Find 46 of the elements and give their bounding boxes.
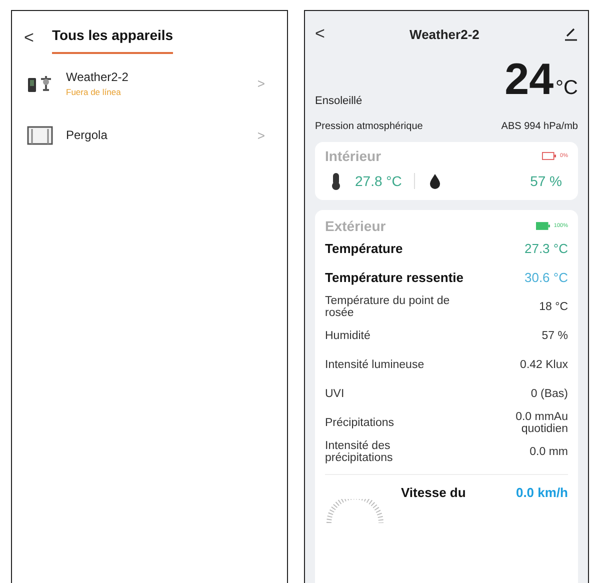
indoor-humidity: 57 %: [530, 173, 562, 189]
battery-icon: [542, 152, 556, 160]
reading-label: Température ressentie: [325, 270, 464, 285]
reading-value: 27.3 °C: [524, 241, 568, 256]
pressure-label: Pression atmosphérique: [315, 121, 423, 132]
thermometer-icon: [331, 172, 341, 190]
reading-label: Humidité: [325, 330, 370, 342]
reading-label: UVI: [325, 388, 344, 400]
chevron-icon: >: [257, 76, 265, 90]
device-item[interactable]: Weather2-2 Fuera de línea >: [12, 60, 287, 106]
reading-label: Intensité des précipitations: [325, 440, 394, 464]
edit-icon[interactable]: [564, 27, 578, 41]
reading-label: Précipitations: [325, 416, 394, 428]
card-title: Extérieur: [325, 218, 386, 234]
reading-value: 57 %: [542, 330, 568, 342]
reading-value: 30.6 °C: [524, 270, 568, 285]
chevron-icon: >: [257, 128, 265, 142]
device-name: Pergola: [66, 128, 108, 142]
reading-label: Température: [325, 241, 403, 256]
reading-value: 0 (Bas): [530, 388, 568, 400]
reading-label: Température du point de rosée: [325, 294, 451, 318]
screen-title[interactable]: Tous les appareils: [52, 21, 174, 54]
reading-value: 0.0 mm: [530, 446, 568, 458]
pressure-value: ABS 994 hPa/mb: [501, 121, 578, 132]
reading-label: Intensité lumineuse: [325, 358, 424, 370]
device-status: Fuera de línea: [66, 86, 122, 96]
weather-station-icon: [26, 73, 54, 93]
battery-icon: [536, 222, 550, 230]
screen-title: Weather2-2: [410, 26, 480, 42]
indoor-temperature: 27.8 °C: [355, 173, 415, 189]
reading-value: 0.42 Klux: [520, 358, 568, 370]
temperature-reading: 24: [504, 61, 554, 99]
device-item[interactable]: Pergola >: [12, 112, 287, 158]
card-title: Intérieur: [325, 148, 382, 164]
wind-gauge-icon: [325, 499, 385, 523]
device-name: Weather2-2: [66, 70, 130, 84]
reading-value: 0.0 mmAu quotidien: [514, 410, 568, 434]
back-button[interactable]: <: [315, 24, 325, 44]
reading-value: 18 °C: [539, 300, 568, 312]
temperature-unit: °C: [556, 77, 578, 100]
wind-speed-value: 0.0 km/h: [516, 485, 568, 500]
water-drop-icon: [428, 173, 441, 189]
weather-condition: Ensoleillé: [315, 95, 364, 107]
back-button[interactable]: <: [24, 28, 34, 48]
wind-speed-label: Vitesse du: [401, 485, 467, 500]
pergola-icon: [26, 125, 54, 145]
